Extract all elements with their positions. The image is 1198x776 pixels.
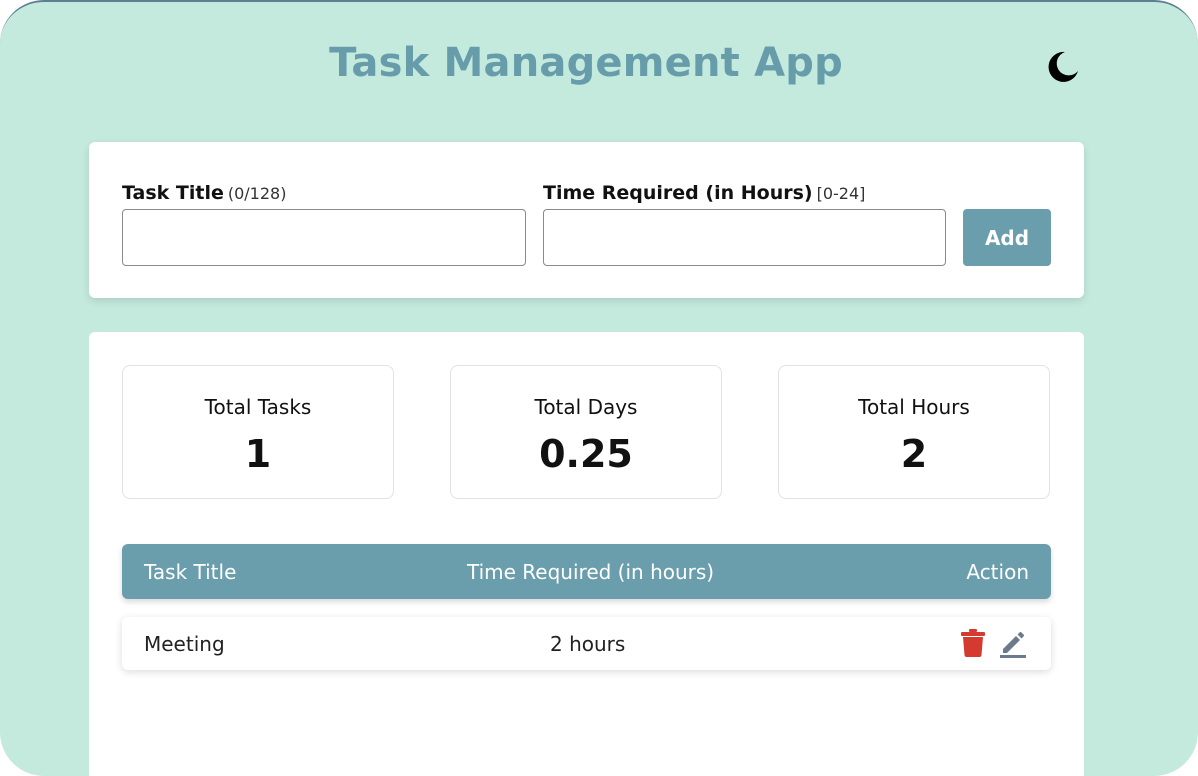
- total-hours-card: Total Hours 2: [778, 365, 1050, 499]
- task-summary-panel: Total Tasks 1 Total Days 0.25 Total Hour…: [89, 332, 1084, 776]
- total-days-card: Total Days 0.25: [450, 365, 722, 499]
- time-required-range: [0-24]: [816, 184, 866, 203]
- total-tasks-value: 1: [244, 432, 272, 476]
- add-task-form: Task Title (0/128) Time Required (in Hour…: [89, 142, 1084, 298]
- task-title-input[interactable]: [122, 209, 526, 266]
- edit-task-button[interactable]: [999, 630, 1027, 663]
- task-title-label-text: Task Title: [122, 182, 224, 204]
- add-task-button[interactable]: Add: [963, 209, 1051, 266]
- time-required-label-text: Time Required (in Hours): [543, 182, 813, 204]
- column-header-action: Action: [966, 560, 1029, 584]
- page-title: Task Management App: [329, 40, 843, 86]
- task-title-cell: Meeting: [144, 632, 225, 656]
- table-row: Meeting 2 hours: [122, 617, 1051, 670]
- time-required-input[interactable]: [543, 209, 946, 266]
- time-required-cell: 2 hours: [550, 632, 626, 656]
- task-title-char-count: (0/128): [227, 184, 287, 203]
- total-tasks-card: Total Tasks 1: [122, 365, 394, 499]
- total-days-label: Total Days: [534, 395, 638, 419]
- total-hours-value: 2: [900, 432, 928, 476]
- task-title-label: Task Title (0/128): [122, 182, 286, 204]
- column-header-time-required: Time Required (in hours): [467, 560, 715, 584]
- total-hours-label: Total Hours: [858, 395, 970, 419]
- theme-toggle-button[interactable]: [1044, 48, 1082, 86]
- trash-icon: [961, 629, 985, 657]
- total-days-value: 0.25: [539, 432, 633, 476]
- app-window: Task Management App Task Title (0/128) Ti…: [0, 0, 1198, 776]
- column-header-task-title: Task Title: [144, 560, 237, 584]
- moon-icon: [1048, 51, 1078, 82]
- time-required-label: Time Required (in Hours) [0-24]: [543, 182, 865, 204]
- task-table-header: Task Title Time Required (in hours) Acti…: [122, 544, 1051, 599]
- edit-pencil-icon: [1000, 632, 1026, 658]
- delete-task-button[interactable]: [961, 629, 985, 662]
- total-tasks-label: Total Tasks: [204, 395, 312, 419]
